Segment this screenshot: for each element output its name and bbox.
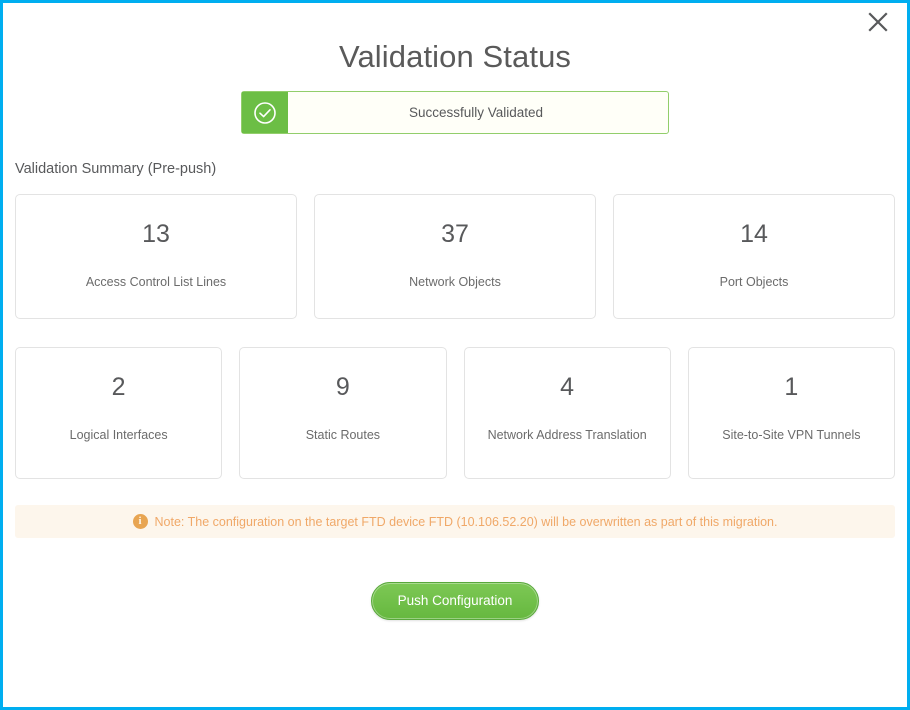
summary-card-site-to-site-vpn-tunnels: 1 Site-to-Site VPN Tunnels — [687, 347, 895, 479]
card-label: Site-to-Site VPN Tunnels — [722, 428, 861, 442]
card-value: 37 — [441, 220, 469, 248]
close-icon[interactable] — [861, 5, 895, 39]
status-banner: Successfully Validated — [241, 91, 669, 134]
note-banner: i Note: The configuration on the target … — [15, 505, 895, 538]
card-value: 9 — [335, 373, 350, 401]
summary-card-static-routes: 9 Static Routes — [239, 347, 447, 479]
page-title: Validation Status — [338, 39, 572, 74]
summary-card-row: 2 Logical Interfaces 9 Static Routes 4 N… — [15, 347, 895, 479]
status-badge: Successfully Validated — [408, 105, 544, 120]
summary-card-network-objects: 37 Network Objects — [314, 194, 596, 319]
card-label: Network Objects — [409, 275, 501, 289]
card-label: Port Objects — [719, 275, 789, 289]
push-configuration-button[interactable]: Push Configuration — [370, 582, 540, 620]
summary-card-network-address-translation: 4 Network Address Translation — [463, 347, 671, 479]
summary-card-row: 13 Access Control List Lines 37 Network … — [15, 194, 895, 319]
summary-card-port-objects: 14 Port Objects — [613, 194, 895, 319]
card-value: 1 — [784, 373, 799, 401]
card-value: 13 — [142, 220, 170, 248]
card-value: 14 — [740, 220, 768, 248]
card-label: Static Routes — [305, 428, 381, 442]
validation-summary-label: Validation Summary (Pre-push) — [15, 161, 217, 177]
summary-card-access-control-list-lines: 13 Access Control List Lines — [15, 194, 297, 319]
info-icon: i — [132, 514, 148, 529]
card-value: 4 — [560, 373, 575, 401]
card-label: Network Address Translation — [487, 428, 647, 442]
status-banner-wrap: Successfully Validated — [3, 91, 907, 134]
card-label: Logical Interfaces — [69, 428, 168, 442]
card-label: Access Control List Lines — [85, 275, 227, 289]
validation-status-dialog: Validation Status Successfully Validated… — [0, 0, 910, 710]
check-circle-icon — [242, 92, 288, 133]
card-value: 2 — [111, 373, 126, 401]
dialog-footer: Push Configuration — [3, 582, 907, 620]
summary-card-grid: 13 Access Control List Lines 37 Network … — [3, 194, 907, 479]
summary-card-logical-interfaces: 2 Logical Interfaces — [15, 347, 223, 479]
note-text: Note: The configuration on the target FT… — [154, 514, 778, 529]
